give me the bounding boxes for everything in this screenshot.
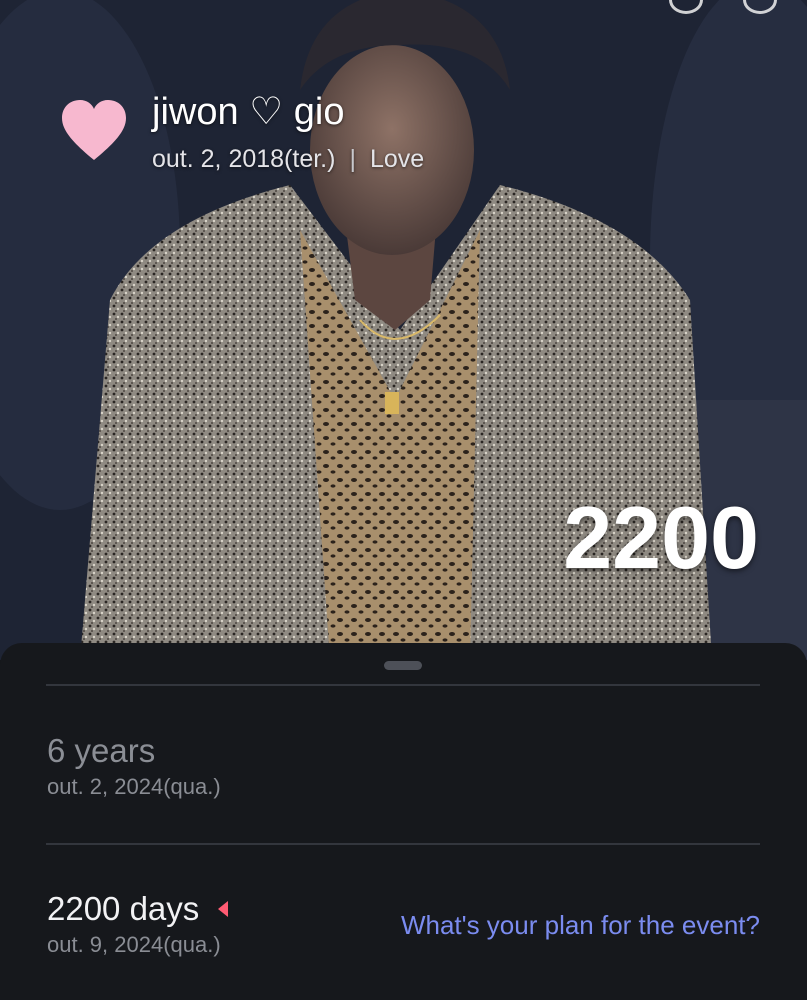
divider	[46, 684, 760, 686]
event-date: out. 9, 2024(qua.)	[47, 932, 221, 957]
event-date: out. 2, 2024(qua.)	[47, 774, 221, 799]
hero-photo[interactable]: jiwon ♡ gio out. 2, 2018(ter.) | Love 22…	[0, 0, 807, 660]
plan-event-link[interactable]: What's your plan for the event?	[401, 909, 760, 941]
top-toolbar	[669, 0, 777, 14]
start-date: out. 2, 2018(ter.)	[152, 145, 336, 173]
more-icon[interactable]	[743, 0, 777, 14]
divider	[46, 843, 760, 845]
heart-icon[interactable]	[58, 96, 130, 168]
event-title-text: 2200 days	[47, 890, 200, 927]
couple-title[interactable]: jiwon ♡ gio	[152, 88, 424, 136]
separator: |	[349, 145, 356, 173]
title-block: jiwon ♡ gio out. 2, 2018(ter.) | Love	[58, 88, 424, 174]
event-item-6-years[interactable]: 6 years out. 2, 2024(qua.)	[47, 731, 221, 801]
drag-handle[interactable]	[384, 661, 422, 670]
category-label: Love	[369, 145, 425, 173]
subtitle-line: out. 2, 2018(ter.) | Love	[152, 144, 424, 174]
event-title: 6 years	[47, 731, 221, 771]
search-icon[interactable]	[669, 0, 703, 14]
events-sheet[interactable]: 6 years out. 2, 2024(qua.) 2200 days out…	[0, 643, 807, 1000]
event-title-text: 6 years	[47, 732, 156, 769]
event-title: 2200 days	[47, 889, 229, 929]
app-screen: jiwon ♡ gio out. 2, 2018(ter.) | Love 22…	[0, 0, 807, 1000]
triangle-left-icon	[218, 901, 229, 917]
event-item-2200-days[interactable]: 2200 days out. 9, 2024(qua.)	[47, 889, 229, 959]
day-counter: 2200	[563, 488, 759, 587]
